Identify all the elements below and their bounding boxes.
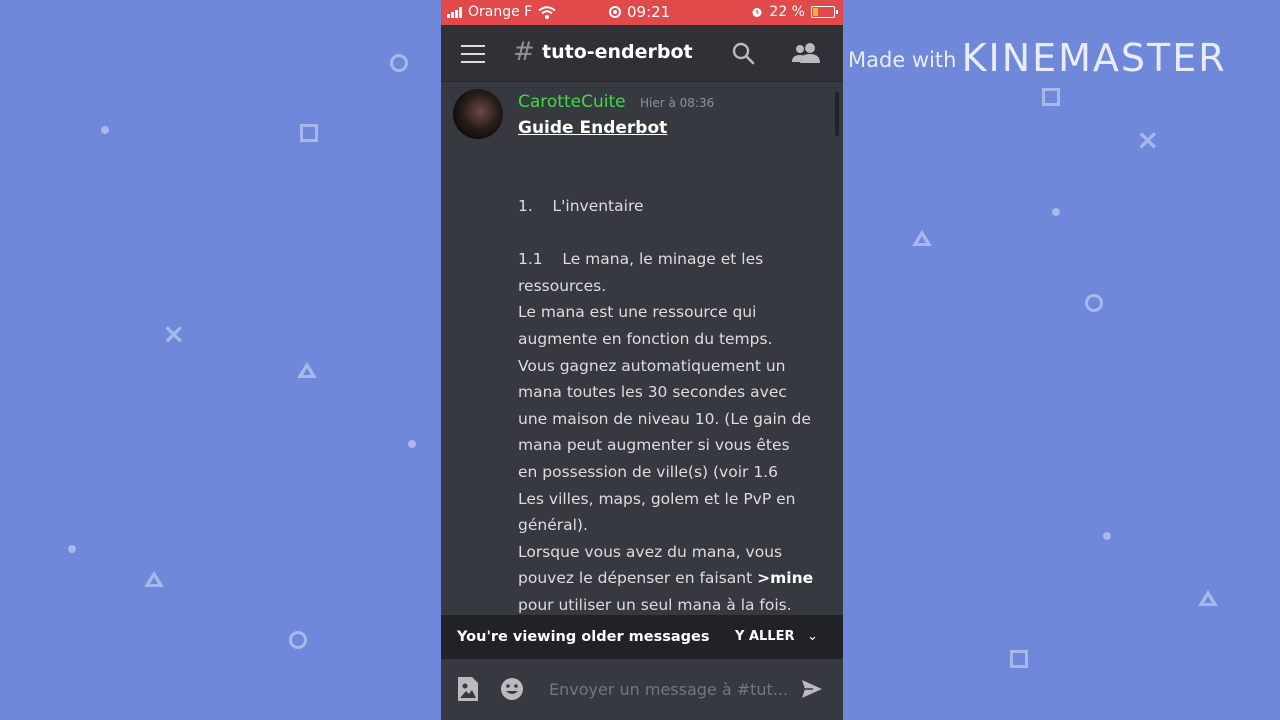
decor-square bbox=[300, 124, 318, 142]
message-line: pour utiliser un seul mana à la fois. bbox=[518, 595, 792, 614]
jump-to-present-button[interactable]: Y ALLER bbox=[735, 629, 794, 644]
channel-header: # tuto-enderbot bbox=[441, 25, 843, 82]
message-line-text: pouvez le dépenser en faisant bbox=[518, 569, 758, 588]
decor-triangle bbox=[912, 230, 932, 246]
decor-square bbox=[1010, 650, 1028, 668]
wifi-icon bbox=[538, 5, 556, 19]
signal-icon bbox=[447, 6, 462, 18]
message-line: 1.1 Le mana, le minage et les bbox=[518, 250, 764, 269]
message-line: mana peut augmenter si vous êtes bbox=[518, 436, 790, 455]
older-messages-text: You're viewing older messages bbox=[457, 629, 710, 645]
decor-square bbox=[1042, 88, 1060, 106]
command-mine: >mine bbox=[757, 569, 814, 588]
kinemaster-watermark: Made with KINEMASTER bbox=[848, 36, 1227, 80]
clock-label: 09:21 bbox=[627, 3, 671, 21]
decor-dot bbox=[101, 126, 109, 134]
message-line: en possession de ville(s) (voir 1.6 bbox=[518, 462, 778, 481]
message-line: général). bbox=[518, 516, 588, 535]
decor-triangle bbox=[144, 571, 164, 587]
screen-record-icon bbox=[609, 6, 621, 18]
message-line: mana toutes les 30 secondes avec bbox=[518, 383, 787, 402]
message-line: ressources. bbox=[518, 276, 607, 295]
message-line: Les villes, maps, golem et le PvP en bbox=[518, 489, 796, 508]
decor-dot bbox=[68, 545, 76, 553]
message-line: 1. L'inventaire bbox=[518, 197, 644, 215]
decor-cross: × bbox=[1136, 123, 1160, 156]
message-composer bbox=[441, 659, 843, 720]
message-line: Vous gagnez automatiquement un bbox=[518, 356, 786, 375]
send-icon[interactable] bbox=[801, 679, 823, 699]
decor-dot bbox=[1052, 208, 1060, 216]
message-list[interactable]: CarotteCuite Hier à 08:36 Guide Enderbot… bbox=[441, 82, 843, 615]
decor-dot bbox=[1103, 532, 1111, 540]
battery-icon bbox=[811, 6, 838, 18]
carrier-label: Orange F bbox=[468, 4, 533, 20]
message-line: Lorsque vous avez du mana, vous bbox=[518, 542, 783, 561]
message-input[interactable] bbox=[549, 675, 791, 703]
decor-triangle bbox=[297, 362, 317, 378]
image-upload-icon[interactable] bbox=[456, 676, 480, 702]
members-icon[interactable] bbox=[791, 41, 821, 65]
status-bar: Orange F 09:21 22 % bbox=[441, 0, 843, 25]
message-title: Guide Enderbot bbox=[518, 118, 668, 138]
decor-circle bbox=[289, 631, 307, 649]
message-line: une maison de niveau 10. (Le gain de bbox=[518, 409, 811, 428]
decor-circle bbox=[390, 54, 408, 72]
channel-name: tuto-enderbot bbox=[542, 41, 693, 63]
message-timestamp: Hier à 08:36 bbox=[640, 96, 715, 110]
emoji-icon[interactable] bbox=[500, 677, 524, 701]
message-author[interactable]: CarotteCuite bbox=[518, 92, 626, 112]
avatar[interactable] bbox=[453, 89, 503, 139]
message-line: augmente en fonction du temps. bbox=[518, 329, 773, 348]
watermark-brand: KINEMASTER bbox=[961, 36, 1227, 80]
decor-dot bbox=[408, 440, 416, 448]
menu-icon[interactable] bbox=[461, 45, 485, 69]
battery-percent: 22 % bbox=[769, 4, 805, 20]
message-body: 1. L'inventaire 1.1 Le mana, le minage e… bbox=[518, 193, 833, 615]
chevron-down-icon[interactable]: ⌄ bbox=[807, 629, 818, 644]
channel-hash-icon: # bbox=[513, 37, 535, 67]
alarm-icon bbox=[752, 8, 762, 17]
phone-screen: Orange F 09:21 22 % # tuto-enderbot Caro… bbox=[441, 0, 843, 720]
message-line: Le mana est une ressource qui bbox=[518, 303, 757, 322]
decor-cross: × bbox=[162, 317, 186, 350]
decor-circle bbox=[1085, 294, 1103, 312]
older-messages-bar[interactable]: You're viewing older messages Y ALLER ⌄ bbox=[441, 615, 843, 659]
scrollbar[interactable] bbox=[835, 92, 839, 136]
search-icon[interactable] bbox=[731, 41, 755, 65]
watermark-made-with: Made with bbox=[848, 48, 957, 72]
decor-triangle bbox=[1198, 590, 1218, 606]
message-line: pouvez le dépenser en faisant >mine bbox=[518, 565, 833, 592]
